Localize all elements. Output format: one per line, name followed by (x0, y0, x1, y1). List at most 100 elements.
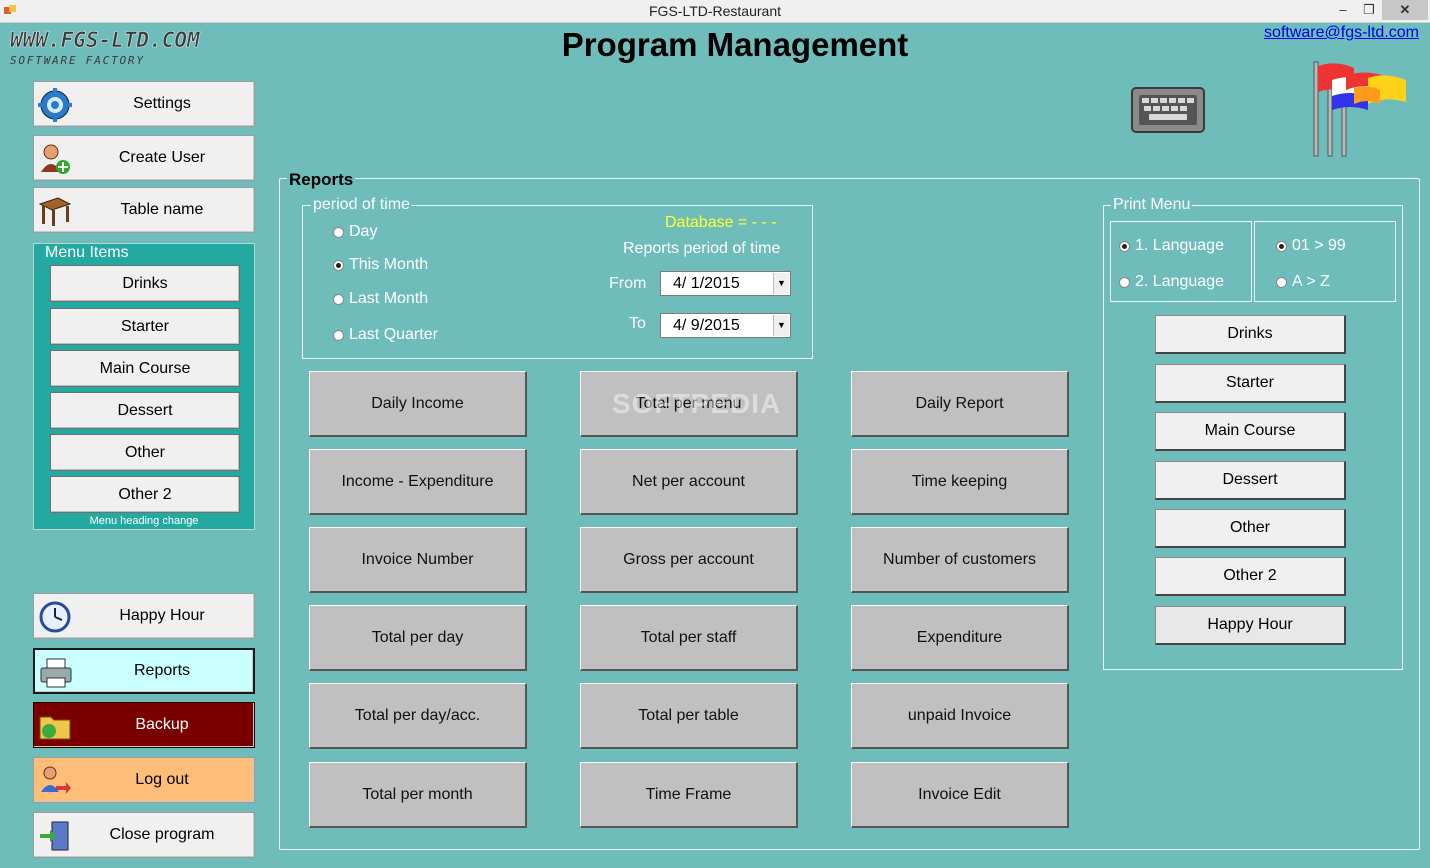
table-icon (38, 197, 72, 226)
menu-item-dessert[interactable]: Dessert (50, 392, 240, 429)
close-program-button[interactable]: Close program (33, 812, 255, 858)
close-program-label: Close program (109, 826, 215, 843)
from-date-picker[interactable]: 4/ 1/2015 ▼ (660, 271, 791, 296)
report-invoice-edit-button[interactable]: Invoice Edit (851, 762, 1069, 828)
language-radio-1[interactable]: 1. Language (1119, 237, 1224, 255)
table-name-label: Table name (120, 201, 204, 218)
flags-icon[interactable] (1306, 58, 1412, 158)
reports-button[interactable]: Reports (33, 648, 255, 694)
report-time-frame-button[interactable]: Time Frame (580, 762, 798, 828)
from-date-value: 4/ 1/2015 (673, 275, 740, 292)
report-total-per-day-acc-button[interactable]: Total per day/acc. (309, 683, 527, 749)
report-total-per-table-button[interactable]: Total per table (580, 683, 798, 749)
report-net-per-account-button[interactable]: Net per account (580, 449, 798, 515)
period-radio-last-quarter[interactable]: Last Quarter (333, 326, 438, 344)
radio-circle-selected (1276, 240, 1287, 252)
log-out-label: Log out (135, 771, 189, 788)
report-unpaid-invoice-button[interactable]: unpaid Invoice (851, 683, 1069, 749)
radio-circle-selected (1119, 240, 1130, 252)
print-starter-button[interactable]: Starter (1155, 364, 1346, 403)
report-invoice-number-button[interactable]: Invoice Number (309, 527, 527, 593)
create-user-button[interactable]: Create User (33, 135, 255, 181)
email-link[interactable]: software@fgs-ltd.com (1264, 24, 1419, 42)
language-option-label: 2. Language (1135, 273, 1224, 290)
report-income-expenditure-button[interactable]: Income - Expenditure (309, 449, 527, 515)
window-title: FGS-LTD-Restaurant (649, 3, 781, 19)
period-radio-this-month[interactable]: This Month (333, 256, 428, 274)
report-expenditure-button[interactable]: Expenditure (851, 605, 1069, 671)
language-radio-2[interactable]: 2. Language (1119, 273, 1224, 291)
radio-circle (333, 293, 344, 305)
report-daily-report-button[interactable]: Daily Report (851, 371, 1069, 437)
menu-item-main-course[interactable]: Main Course (50, 350, 240, 387)
reports-period-caption: Reports period of time (623, 240, 781, 257)
to-date-value: 4/ 9/2015 (673, 317, 740, 334)
backup-label: Backup (135, 716, 189, 733)
sort-option-label: 01 > 99 (1292, 237, 1346, 254)
log-out-button[interactable]: Log out (33, 757, 255, 803)
radio-circle (1276, 276, 1287, 288)
period-radio-day[interactable]: Day (333, 223, 377, 241)
menu-item-starter[interactable]: Starter (50, 308, 240, 345)
menu-items-legend: Menu Items (43, 244, 131, 262)
language-option-label: 1. Language (1135, 237, 1224, 254)
report-total-per-day-button[interactable]: Total per day (309, 605, 527, 671)
period-of-time-legend: period of time (311, 196, 412, 214)
period-option-label: Day (349, 223, 378, 240)
watermark: SOFTPEDIA (612, 388, 782, 419)
logo-text: WWW.FGS-LTD.COM (10, 30, 201, 52)
database-status: Database = - - - (665, 214, 777, 231)
menu-item-drinks[interactable]: Drinks (50, 265, 240, 302)
report-daily-income-button[interactable]: Daily Income (309, 371, 527, 437)
folder-icon (39, 716, 71, 740)
menu-item-other-2[interactable]: Other 2 (50, 476, 240, 513)
close-button[interactable]: ✕ (1382, 0, 1428, 20)
company-logo: WWW.FGS-LTD.COM SOFTWARE FACTORY (8, 28, 288, 72)
print-menu-legend: Print Menu (1111, 196, 1193, 214)
menu-items-group: Menu Items Drinks Starter Main Course De… (33, 243, 255, 530)
settings-button[interactable]: Settings (33, 81, 255, 127)
clock-icon (39, 601, 71, 633)
reports-title: Reports (287, 170, 356, 190)
radio-circle (333, 329, 344, 341)
print-happy-hour-button[interactable]: Happy Hour (1155, 606, 1346, 645)
period-option-label: This Month (349, 256, 429, 273)
create-user-label: Create User (118, 149, 206, 166)
page-title: Program Management (561, 26, 909, 63)
happy-hour-label: Happy Hour (119, 607, 205, 624)
report-time-keeping-button[interactable]: Time keeping (851, 449, 1069, 515)
happy-hour-button[interactable]: Happy Hour (33, 593, 255, 639)
table-name-button[interactable]: Table name (33, 187, 255, 233)
minimize-button[interactable]: – (1330, 0, 1356, 20)
report-number-of-customers-button[interactable]: Number of customers (851, 527, 1069, 593)
print-main-course-button[interactable]: Main Course (1155, 412, 1346, 451)
gear-icon (38, 88, 72, 122)
sort-radio-numeric[interactable]: 01 > 99 (1276, 237, 1346, 255)
chevron-down-icon[interactable]: ▼ (773, 315, 789, 336)
to-date-picker[interactable]: 4/ 9/2015 ▼ (660, 313, 791, 338)
print-other-button[interactable]: Other (1155, 509, 1346, 548)
print-other-2-button[interactable]: Other 2 (1155, 557, 1346, 596)
period-radio-last-month[interactable]: Last Month (333, 290, 428, 308)
radio-circle-selected (333, 259, 344, 271)
print-dessert-button[interactable]: Dessert (1155, 461, 1346, 500)
radio-circle (1119, 276, 1130, 288)
keyboard-icon[interactable] (1131, 86, 1205, 134)
exit-door-icon (40, 821, 69, 851)
backup-button[interactable]: Backup (33, 702, 255, 748)
maximize-button[interactable]: ❐ (1356, 0, 1382, 20)
period-option-label: Last Quarter (349, 326, 438, 343)
user-add-icon (41, 144, 70, 174)
to-label: To (629, 315, 646, 332)
menu-item-other[interactable]: Other (50, 434, 240, 471)
chevron-down-icon[interactable]: ▼ (773, 273, 789, 294)
report-total-per-staff-button[interactable]: Total per staff (580, 605, 798, 671)
report-total-per-month-button[interactable]: Total per month (309, 762, 527, 828)
settings-label: Settings (133, 95, 191, 112)
reports-label: Reports (133, 662, 191, 679)
report-gross-per-account-button[interactable]: Gross per account (580, 527, 798, 593)
logo-subtext: SOFTWARE FACTORY (10, 54, 145, 67)
title-bar: FGS-LTD-Restaurant – ❐ ✕ (0, 0, 1430, 23)
print-drinks-button[interactable]: Drinks (1155, 315, 1346, 354)
sort-radio-alpha[interactable]: A > Z (1276, 273, 1330, 291)
